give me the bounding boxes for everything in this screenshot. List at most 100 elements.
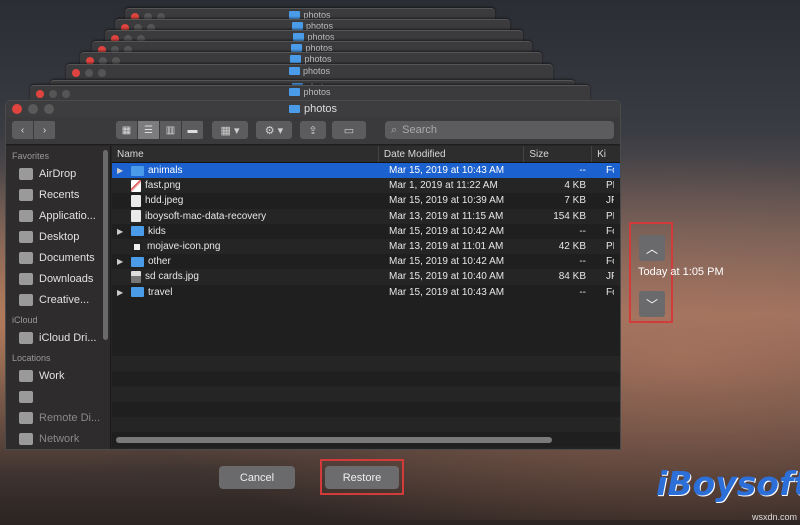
file-date: Mar 15, 2019 at 10:42 AM bbox=[389, 256, 505, 268]
timeline-up-button[interactable]: ︿ bbox=[639, 235, 665, 261]
disclosure-triangle-icon[interactable]: ▶ bbox=[117, 257, 127, 266]
file-date: Mar 15, 2019 at 10:39 AM bbox=[389, 195, 505, 207]
file-name: travel bbox=[148, 286, 173, 298]
sidebar-item-label: Work bbox=[39, 369, 65, 382]
file-date: Mar 13, 2019 at 11:15 AM bbox=[389, 210, 504, 222]
cancel-button[interactable]: Cancel bbox=[219, 466, 295, 489]
file-date: Mar 15, 2019 at 10:42 AM bbox=[389, 225, 505, 237]
folder-icon bbox=[291, 44, 303, 52]
sidebar-item[interactable]: AirDrop bbox=[6, 163, 110, 184]
folder-icon bbox=[289, 88, 301, 96]
column-header-size[interactable]: Size bbox=[524, 146, 593, 162]
file-name-cell: hdd.jpeg bbox=[112, 194, 380, 207]
search-icon: ⌕ bbox=[391, 123, 398, 136]
folder-icon bbox=[131, 165, 144, 176]
snapshot-window[interactable]: photos bbox=[30, 85, 590, 101]
horizontal-scrollbar[interactable] bbox=[116, 437, 552, 443]
forward-button[interactable]: › bbox=[34, 121, 56, 139]
file-row[interactable]: ▶ animals Mar 15, 2019 at 10:43 AM -- Fo bbox=[112, 163, 620, 179]
timeline-down-button[interactable]: ﹀ bbox=[639, 291, 665, 317]
search-field[interactable]: ⌕ Search bbox=[385, 121, 614, 139]
folder-icon bbox=[19, 293, 33, 306]
file-row[interactable]: mojave-icon.png Mar 13, 2019 at 11:01 AM 4… bbox=[112, 238, 620, 255]
list-header: Name Date Modified Size Ki bbox=[112, 146, 620, 163]
tags-button[interactable]: ▭ bbox=[332, 121, 366, 139]
toolbar: ‹ › ▦ ☰ ▥ ▬ ▦ ▾ ⚙ ▾ ⇪ ▭ ⌕ Search bbox=[6, 117, 620, 145]
close-window-button[interactable] bbox=[12, 104, 22, 114]
timeline-date-label: Today at 1:05 PM bbox=[638, 266, 724, 278]
airdrop-icon bbox=[19, 167, 33, 180]
group-by-button[interactable]: ▦ ▾ bbox=[212, 121, 248, 139]
file-size: -- bbox=[579, 165, 586, 177]
sidebar-item[interactable]: Documents bbox=[6, 247, 110, 268]
file-row[interactable]: fast.png Mar 1, 2019 at 11:22 AM 4 KB PN bbox=[112, 178, 620, 194]
window-controls bbox=[12, 104, 54, 114]
file-date: Mar 13, 2019 at 11:01 AM bbox=[389, 241, 504, 253]
sidebar-item[interactable]: Creative... bbox=[6, 289, 110, 310]
gallery-view-button[interactable]: ▬ bbox=[182, 121, 204, 139]
sidebar-item[interactable]: Desktop bbox=[6, 226, 110, 247]
zoom-window-button[interactable] bbox=[44, 104, 54, 114]
sidebar-item[interactable]: Remote Di... bbox=[6, 407, 110, 428]
finder-window: photos ‹ › ▦ ☰ ▥ ▬ ▦ ▾ ⚙ ▾ ⇪ ▭ ⌕ Search … bbox=[5, 100, 621, 450]
sidebar-item-label: Documents bbox=[39, 251, 95, 264]
sidebar-item[interactable]: Recents bbox=[6, 184, 110, 205]
disc-icon bbox=[19, 411, 33, 424]
action-menu-button[interactable]: ⚙ ▾ bbox=[256, 121, 292, 139]
file-row[interactable]: ▶ other Mar 15, 2019 at 10:42 AM -- Fo bbox=[112, 254, 620, 269]
file-row[interactable]: ▶ travel Mar 15, 2019 at 10:43 AM -- Fo bbox=[112, 285, 620, 300]
file-row[interactable]: ▶ kids Mar 15, 2019 at 10:42 AM -- Fo bbox=[112, 224, 620, 239]
empty-rows bbox=[112, 341, 620, 449]
icon-view-button[interactable]: ▦ bbox=[116, 121, 138, 139]
window-title: photos bbox=[303, 103, 338, 115]
sidebar-item-label: Creative... bbox=[39, 293, 90, 306]
sidebar: Favorites AirDrop Recents Applicatio... Des… bbox=[6, 146, 111, 449]
list-view-button[interactable]: ☰ bbox=[138, 121, 160, 139]
sidebar-heading-icloud: iCloud bbox=[12, 315, 38, 325]
snapshot-window[interactable]: photos bbox=[66, 64, 553, 80]
share-icon: ⇪ bbox=[308, 124, 318, 137]
sidebar-item[interactable]: iCloud Dri... bbox=[6, 327, 110, 348]
clock-icon bbox=[19, 188, 33, 201]
network-icon bbox=[19, 432, 33, 445]
folder-icon bbox=[131, 256, 144, 267]
folder-icon bbox=[290, 55, 302, 63]
file-name-cell: ▶ kids bbox=[112, 226, 380, 237]
file-row[interactable]: iboysoft-mac-data-recovery Mar 13, 2019 a… bbox=[112, 208, 620, 224]
image-file-icon bbox=[131, 270, 141, 283]
file-name: animals bbox=[148, 165, 183, 177]
disclosure-triangle-icon[interactable]: ▶ bbox=[117, 288, 127, 297]
snapshot-window-title: photos bbox=[80, 54, 542, 64]
file-name: fast.png bbox=[145, 180, 181, 192]
sidebar-item-label: iCloud Dri... bbox=[39, 331, 97, 344]
share-button[interactable]: ⇪ bbox=[300, 121, 326, 139]
disclosure-triangle-icon[interactable]: ▶ bbox=[117, 166, 127, 175]
file-kind: Fo bbox=[606, 256, 614, 268]
sidebar-item[interactable]: Work bbox=[6, 365, 110, 386]
disclosure-triangle-icon[interactable]: ▶ bbox=[117, 227, 127, 236]
sidebar-item[interactable]: Downloads bbox=[6, 268, 110, 289]
sidebar-scrollbar[interactable] bbox=[103, 150, 108, 340]
folder-icon bbox=[288, 105, 300, 113]
file-row[interactable]: hdd.jpeg Mar 15, 2019 at 10:39 AM 7 KB JP bbox=[112, 193, 620, 208]
column-header-kind[interactable]: Ki bbox=[592, 146, 620, 162]
sidebar-item[interactable]: Applicatio... bbox=[6, 205, 110, 226]
sidebar-item[interactable]: Network bbox=[6, 428, 110, 449]
snapshot-window-title: photos bbox=[30, 87, 590, 97]
watermark: wsxdn.com bbox=[752, 512, 798, 522]
gear-icon: ⚙ ▾ bbox=[264, 124, 284, 137]
chevron-up-icon: ︿ bbox=[645, 241, 658, 256]
sidebar-item-label: Downloads bbox=[39, 272, 94, 285]
downloads-icon bbox=[19, 272, 33, 285]
file-kind: PN bbox=[606, 180, 614, 192]
minimize-window-button[interactable] bbox=[28, 104, 38, 114]
sidebar-item-label: AirDrop bbox=[39, 167, 77, 180]
file-row[interactable]: sd cards.jpg Mar 15, 2019 at 10:40 AM 84 K… bbox=[112, 269, 620, 285]
column-header-name[interactable]: Name bbox=[112, 146, 379, 162]
file-name-cell: fast.png bbox=[112, 179, 380, 192]
column-view-button[interactable]: ▥ bbox=[160, 121, 182, 139]
back-button[interactable]: ‹ bbox=[12, 121, 34, 139]
column-header-date[interactable]: Date Modified bbox=[379, 146, 525, 162]
file-name: hdd.jpeg bbox=[145, 195, 184, 207]
sidebar-item[interactable] bbox=[6, 386, 110, 407]
